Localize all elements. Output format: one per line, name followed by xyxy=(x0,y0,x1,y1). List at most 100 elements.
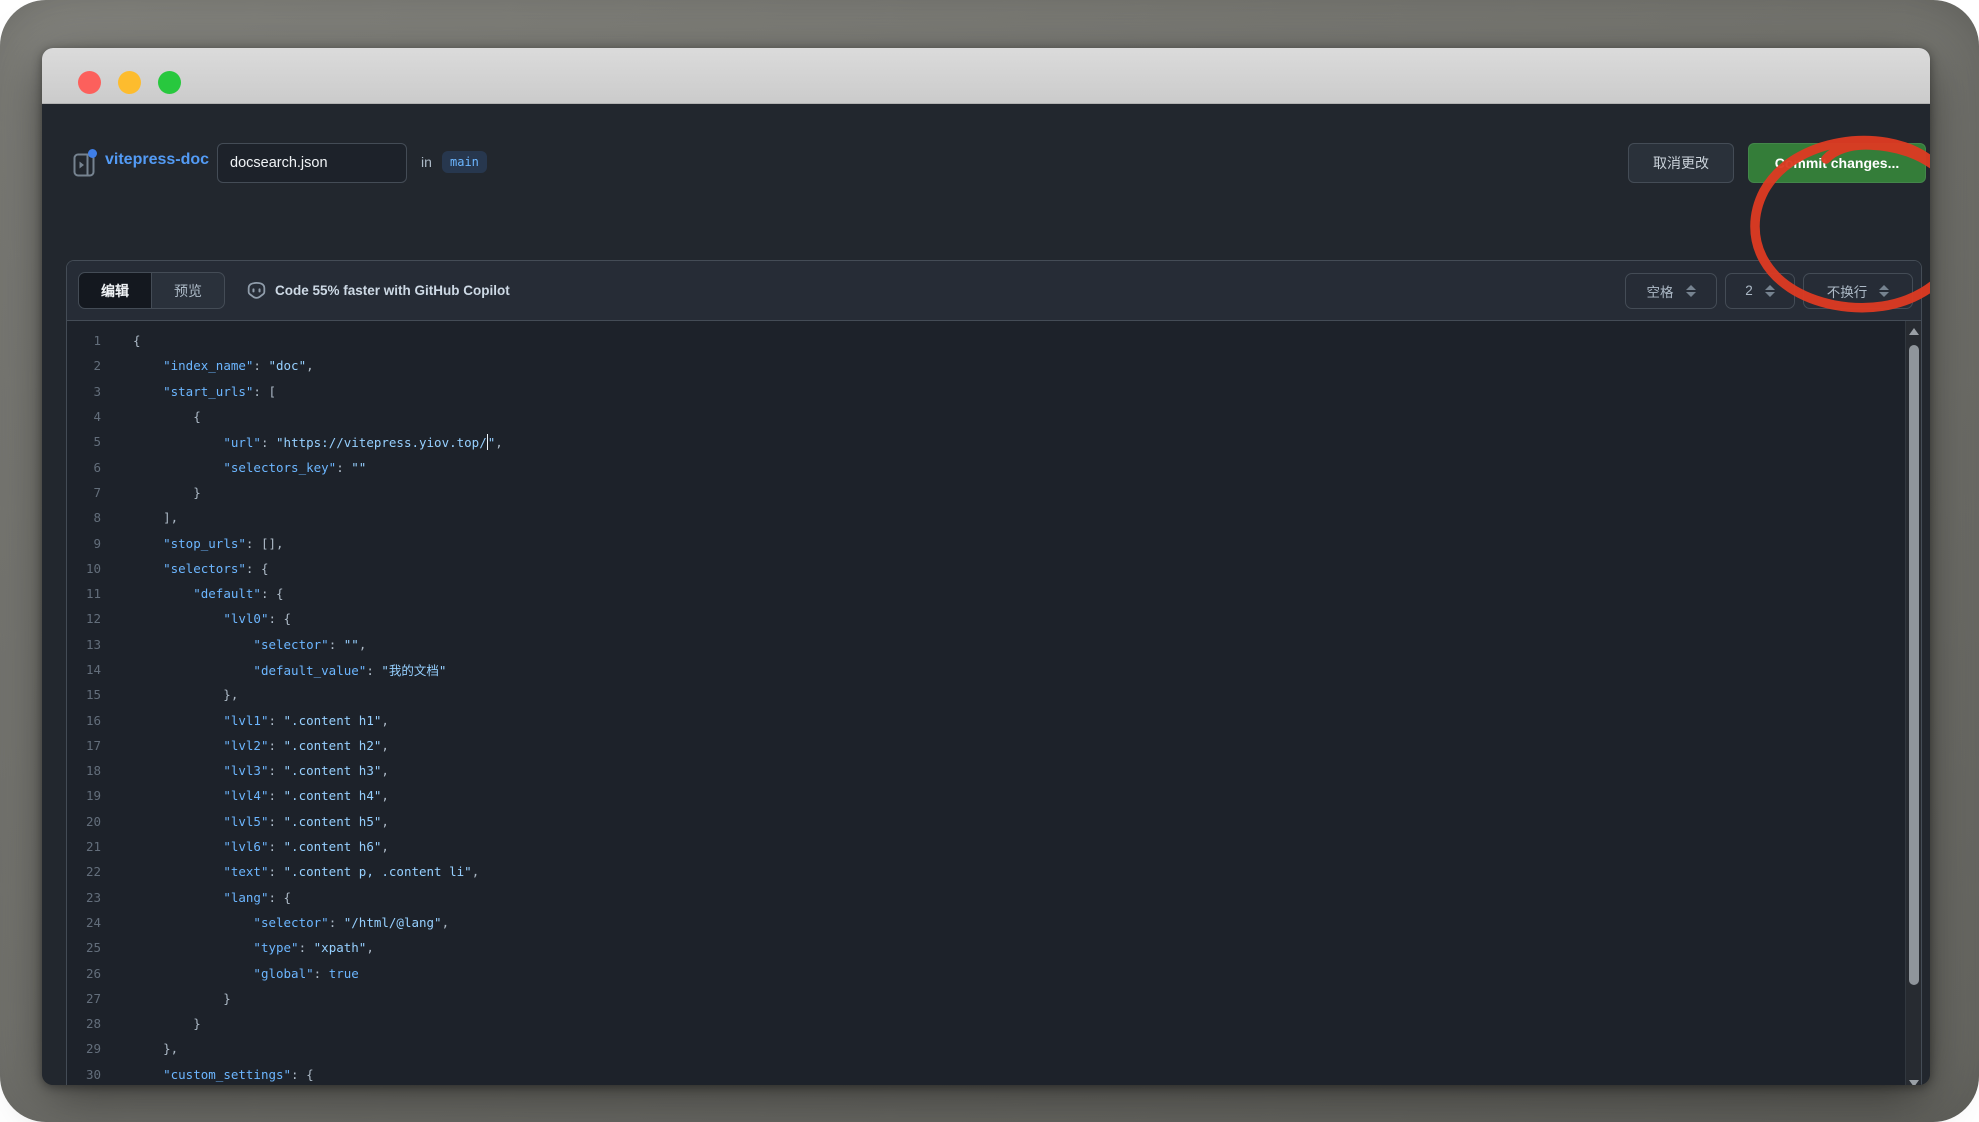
select-indent-mode-value: 空格 xyxy=(1647,281,1674,301)
code-line-21[interactable]: 21 "lvl6": ".content h6", xyxy=(67,834,1921,859)
code-line-19[interactable]: 19 "lvl4": ".content h4", xyxy=(67,783,1921,808)
copilot-icon xyxy=(247,281,266,300)
edit-preview-tabs: 编辑预览 xyxy=(78,272,225,309)
code-line-26[interactable]: 26 "global": true xyxy=(67,960,1921,985)
line-number: 2 xyxy=(67,358,101,373)
code-line-8[interactable]: 8 ], xyxy=(67,505,1921,530)
code-line-15[interactable]: 15 }, xyxy=(67,682,1921,707)
line-content: "lvl1": ".content h1", xyxy=(133,713,389,728)
line-content: "lvl2": ".content h2", xyxy=(133,738,389,753)
file-tree-toggle-icon[interactable] xyxy=(73,148,97,178)
code-line-23[interactable]: 23 "lang": { xyxy=(67,885,1921,910)
copilot-banner-text: Code 55% faster with GitHub Copilot xyxy=(275,283,510,298)
code-line-6[interactable]: 6 "selectors_key": "" xyxy=(67,454,1921,479)
line-number: 1 xyxy=(67,333,101,348)
line-content: "text": ".content p, .content li", xyxy=(133,864,479,879)
line-content: }, xyxy=(133,687,238,702)
select-indent-size[interactable]: 2 xyxy=(1725,273,1795,309)
code-line-3[interactable]: 3 "start_urls": [ xyxy=(67,379,1921,404)
code-line-4[interactable]: 4 { xyxy=(67,404,1921,429)
line-number: 24 xyxy=(67,915,101,930)
scrollbar-thumb[interactable] xyxy=(1909,345,1919,985)
scroll-up-arrow-icon[interactable] xyxy=(1909,328,1919,336)
code-line-29[interactable]: 29 }, xyxy=(67,1036,1921,1061)
select-wrap-mode[interactable]: 不换行 xyxy=(1803,273,1913,309)
line-content: } xyxy=(133,485,201,500)
in-label: in xyxy=(421,154,432,170)
line-content: { xyxy=(133,333,141,348)
line-content: } xyxy=(133,1016,201,1031)
line-content: "lvl5": ".content h5", xyxy=(133,814,389,829)
line-number: 12 xyxy=(67,611,101,626)
line-content: "index_name": "doc", xyxy=(133,358,314,373)
editor-panel: 编辑预览 Code 55% faster with GitHub Copilot… xyxy=(66,260,1922,1085)
select-indent-mode[interactable]: 空格 xyxy=(1625,273,1717,309)
code-line-2[interactable]: 2 "index_name": "doc", xyxy=(67,353,1921,378)
code-line-10[interactable]: 10 "selectors": { xyxy=(67,556,1921,581)
line-number: 15 xyxy=(67,687,101,702)
line-number: 29 xyxy=(67,1041,101,1056)
tab-edit[interactable]: 编辑 xyxy=(79,273,152,308)
line-number: 8 xyxy=(67,510,101,525)
page-content: vitepress-doc / in main 取消更改 Commit chan… xyxy=(42,105,1930,1085)
vertical-scrollbar[interactable] xyxy=(1905,321,1921,1085)
code-line-16[interactable]: 16 "lvl1": ".content h1", xyxy=(67,707,1921,732)
code-line-12[interactable]: 12 "lvl0": { xyxy=(67,606,1921,631)
line-number: 20 xyxy=(67,814,101,829)
cancel-changes-button[interactable]: 取消更改 xyxy=(1628,143,1734,183)
line-content: "lvl4": ".content h4", xyxy=(133,788,389,803)
code-line-20[interactable]: 20 "lvl5": ".content h5", xyxy=(67,809,1921,834)
line-number: 21 xyxy=(67,839,101,854)
code-line-17[interactable]: 17 "lvl2": ".content h2", xyxy=(67,733,1921,758)
editor-header: vitepress-doc / in main 取消更改 Commit chan… xyxy=(42,143,1930,183)
close-window-button[interactable] xyxy=(78,71,101,94)
line-number: 22 xyxy=(67,864,101,879)
code-line-18[interactable]: 18 "lvl3": ".content h3", xyxy=(67,758,1921,783)
code-line-9[interactable]: 9 "stop_urls": [], xyxy=(67,530,1921,555)
line-content: "default": { xyxy=(133,586,284,601)
file-name-input[interactable] xyxy=(217,143,407,183)
zoom-window-button[interactable] xyxy=(158,71,181,94)
editor-settings: 空格 2 不换行 xyxy=(1625,273,1913,309)
line-number: 9 xyxy=(67,536,101,551)
line-number: 25 xyxy=(67,940,101,955)
code-line-11[interactable]: 11 "default": { xyxy=(67,581,1921,606)
up-down-caret-icon xyxy=(1765,285,1775,297)
code-line-27[interactable]: 27 } xyxy=(67,986,1921,1011)
code-line-1[interactable]: 1{ xyxy=(67,328,1921,353)
code-line-5[interactable]: 5 "url": "https://vitepress.yiov.top/", xyxy=(67,429,1921,454)
line-number: 18 xyxy=(67,763,101,778)
code-line-7[interactable]: 7 } xyxy=(67,480,1921,505)
line-number: 13 xyxy=(67,637,101,652)
line-content: "lang": { xyxy=(133,890,291,905)
commit-changes-button[interactable]: Commit changes... xyxy=(1748,143,1926,183)
code-line-28[interactable]: 28 } xyxy=(67,1011,1921,1036)
code-line-13[interactable]: 13 "selector": "", xyxy=(67,632,1921,657)
code-line-14[interactable]: 14 "default_value": "我的文档" xyxy=(67,657,1921,682)
line-number: 26 xyxy=(67,966,101,981)
scroll-down-arrow-icon[interactable] xyxy=(1909,1080,1919,1085)
line-number: 30 xyxy=(67,1067,101,1082)
code-line-30[interactable]: 30 "custom_settings": { xyxy=(67,1062,1921,1085)
line-content: ], xyxy=(133,510,178,525)
line-number: 11 xyxy=(67,586,101,601)
code-line-24[interactable]: 24 "selector": "/html/@lang", xyxy=(67,910,1921,935)
code-line-22[interactable]: 22 "text": ".content p, .content li", xyxy=(67,859,1921,884)
line-content: "global": true xyxy=(133,966,359,981)
line-number: 7 xyxy=(67,485,101,500)
tab-preview[interactable]: 预览 xyxy=(152,273,224,308)
select-indent-size-value: 2 xyxy=(1745,283,1753,298)
code-editor[interactable]: 1{2 "index_name": "doc",3 "start_urls": … xyxy=(67,321,1921,1085)
line-number: 10 xyxy=(67,561,101,576)
line-content: "selector": "/html/@lang", xyxy=(133,915,449,930)
line-number: 19 xyxy=(67,788,101,803)
code-lines: 1{2 "index_name": "doc",3 "start_urls": … xyxy=(67,328,1921,1085)
code-line-25[interactable]: 25 "type": "xpath", xyxy=(67,935,1921,960)
line-content: { xyxy=(133,409,201,424)
repo-name-link[interactable]: vitepress-doc xyxy=(105,151,209,169)
app-window: vitepress-doc / in main 取消更改 Commit chan… xyxy=(42,48,1930,1085)
minimize-window-button[interactable] xyxy=(118,71,141,94)
up-down-caret-icon xyxy=(1879,285,1889,297)
line-number: 14 xyxy=(67,662,101,677)
copilot-banner[interactable]: Code 55% faster with GitHub Copilot xyxy=(247,281,510,300)
